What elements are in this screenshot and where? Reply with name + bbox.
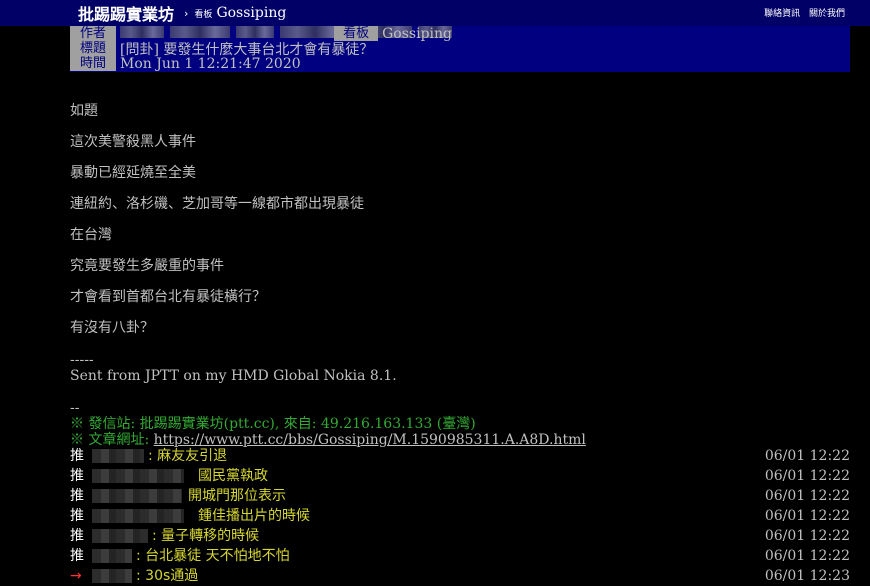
breadcrumb-board-link[interactable]: Gossiping <box>216 5 286 21</box>
redacted-block <box>170 25 230 38</box>
body-line: 有沒有八卦？ <box>70 320 154 336</box>
push-item: 推 : 台北暴徒 天不怕地不怕 06/01 12:22 <box>70 546 850 566</box>
push-user-redacted <box>92 549 132 563</box>
article-footer: -- ※ 發信站: 批踢踢實業坊(ptt.cc), 來自: 49.216.163… <box>70 400 586 448</box>
article-body: 如題 這次美警殺黑人事件 暴動已經延燒至全美 連紐約、洛杉磯、芝加哥等一線都市都… <box>70 100 850 348</box>
author-label: 作者 <box>70 26 116 41</box>
push-user-redacted <box>92 529 148 543</box>
signature-text: Sent from JPTT on my HMD Global Nokia 8.… <box>70 368 397 384</box>
push-time: 06/01 12:22 <box>764 528 850 544</box>
contact-link[interactable]: 聯絡資訊 <box>764 9 800 19</box>
push-arrow-tag: → <box>70 568 82 584</box>
title-label: 標題 <box>70 41 116 56</box>
push-tag: 推 <box>70 448 84 464</box>
redacted-block <box>236 25 274 38</box>
push-user-redacted <box>92 449 144 463</box>
body-line: 連紐約、洛杉磯、芝加哥等一線都市都出現暴徒 <box>70 196 364 212</box>
body-line: 究竟要發生多嚴重的事件 <box>70 258 224 274</box>
top-links: 聯絡資訊 關於我們 <box>758 6 845 19</box>
push-time: 06/01 12:23 <box>764 568 850 584</box>
push-user-redacted <box>92 509 184 523</box>
push-item: → : 30s通過 06/01 12:23 <box>70 566 850 586</box>
push-content: 國民黨執政 <box>198 468 268 484</box>
push-user-redacted <box>92 489 182 503</box>
time-label: 時間 <box>70 56 116 71</box>
redacted-block <box>120 25 164 38</box>
push-time: 06/01 12:22 <box>764 468 850 484</box>
push-content: 開城門那位表示 <box>188 488 286 504</box>
push-content: : 量子轉移的時候 <box>152 528 260 544</box>
push-content: 鍾佳播出片的時候 <box>198 508 310 524</box>
board-value: Gossiping <box>382 25 452 42</box>
push-item: 推 : 麻友友引退 06/01 12:22 <box>70 446 850 466</box>
push-tag: 推 <box>70 468 84 484</box>
push-item: 推 國民黨執政 06/01 12:22 <box>70 466 850 486</box>
about-link[interactable]: 關於我們 <box>809 9 845 19</box>
push-time: 06/01 12:22 <box>764 548 850 564</box>
body-line: 這次美警殺黑人事件 <box>70 134 196 150</box>
breadcrumb-board-label: 看板 <box>194 9 213 20</box>
push-user-redacted <box>92 469 184 483</box>
push-item: 推 : 量子轉移的時候 06/01 12:22 <box>70 526 850 546</box>
body-line: 暴動已經延燒至全美 <box>70 165 196 181</box>
post-source: ※ 發信站: 批踢踢實業坊(ptt.cc), 來自: 49.216.163.13… <box>70 416 476 432</box>
push-time: 06/01 12:22 <box>764 448 850 464</box>
push-tag: 推 <box>70 508 84 524</box>
push-item: 推 開城門那位表示 06/01 12:22 <box>70 486 850 506</box>
push-content: : 30s通過 <box>136 568 199 584</box>
body-line: 才會看到首都台北有暴徒橫行？ <box>70 289 266 305</box>
push-time: 06/01 12:22 <box>764 488 850 504</box>
article-time: Mon Jun 1 12:21:47 2020 <box>120 55 301 72</box>
push-tag: 推 <box>70 548 84 564</box>
push-content: : 台北暴徒 天不怕地不怕 <box>136 548 290 564</box>
push-tag: 推 <box>70 488 84 504</box>
signature-divider: ----- <box>70 352 94 368</box>
push-content: : 麻友友引退 <box>148 448 228 464</box>
body-line: 如題 <box>70 103 98 119</box>
footer-dashes: -- <box>70 400 80 416</box>
signature: ----- Sent from JPTT on my HMD Global No… <box>70 352 397 384</box>
top-navigation-bar: 批踢踢實業坊 › 看板 Gossiping 聯絡資訊 關於我們 <box>0 0 870 26</box>
time-row: 時間 Mon Jun 1 12:21:47 2020 <box>70 55 301 72</box>
breadcrumb-separator: › <box>184 6 189 20</box>
title-row: 標題 [問卦] 要發生什麼大事台北才會有暴徒？ <box>70 41 373 58</box>
push-tag: 推 <box>70 528 84 544</box>
push-item: 推 鍾佳播出片的時候 06/01 12:22 <box>70 506 850 526</box>
article-metadata: 作者 看板 Gossiping 標題 [問卦] 要發生什麼大事台北才會有暴徒？ … <box>70 25 850 72</box>
site-home-link[interactable]: 批踢踢實業坊 <box>78 1 174 25</box>
body-line: 在台灣 <box>70 227 112 243</box>
push-list: 推: 麻友友引退 06/01 12:22 推國民黨執政 06/01 12:22 … <box>70 446 850 586</box>
push-time: 06/01 12:22 <box>764 508 850 524</box>
